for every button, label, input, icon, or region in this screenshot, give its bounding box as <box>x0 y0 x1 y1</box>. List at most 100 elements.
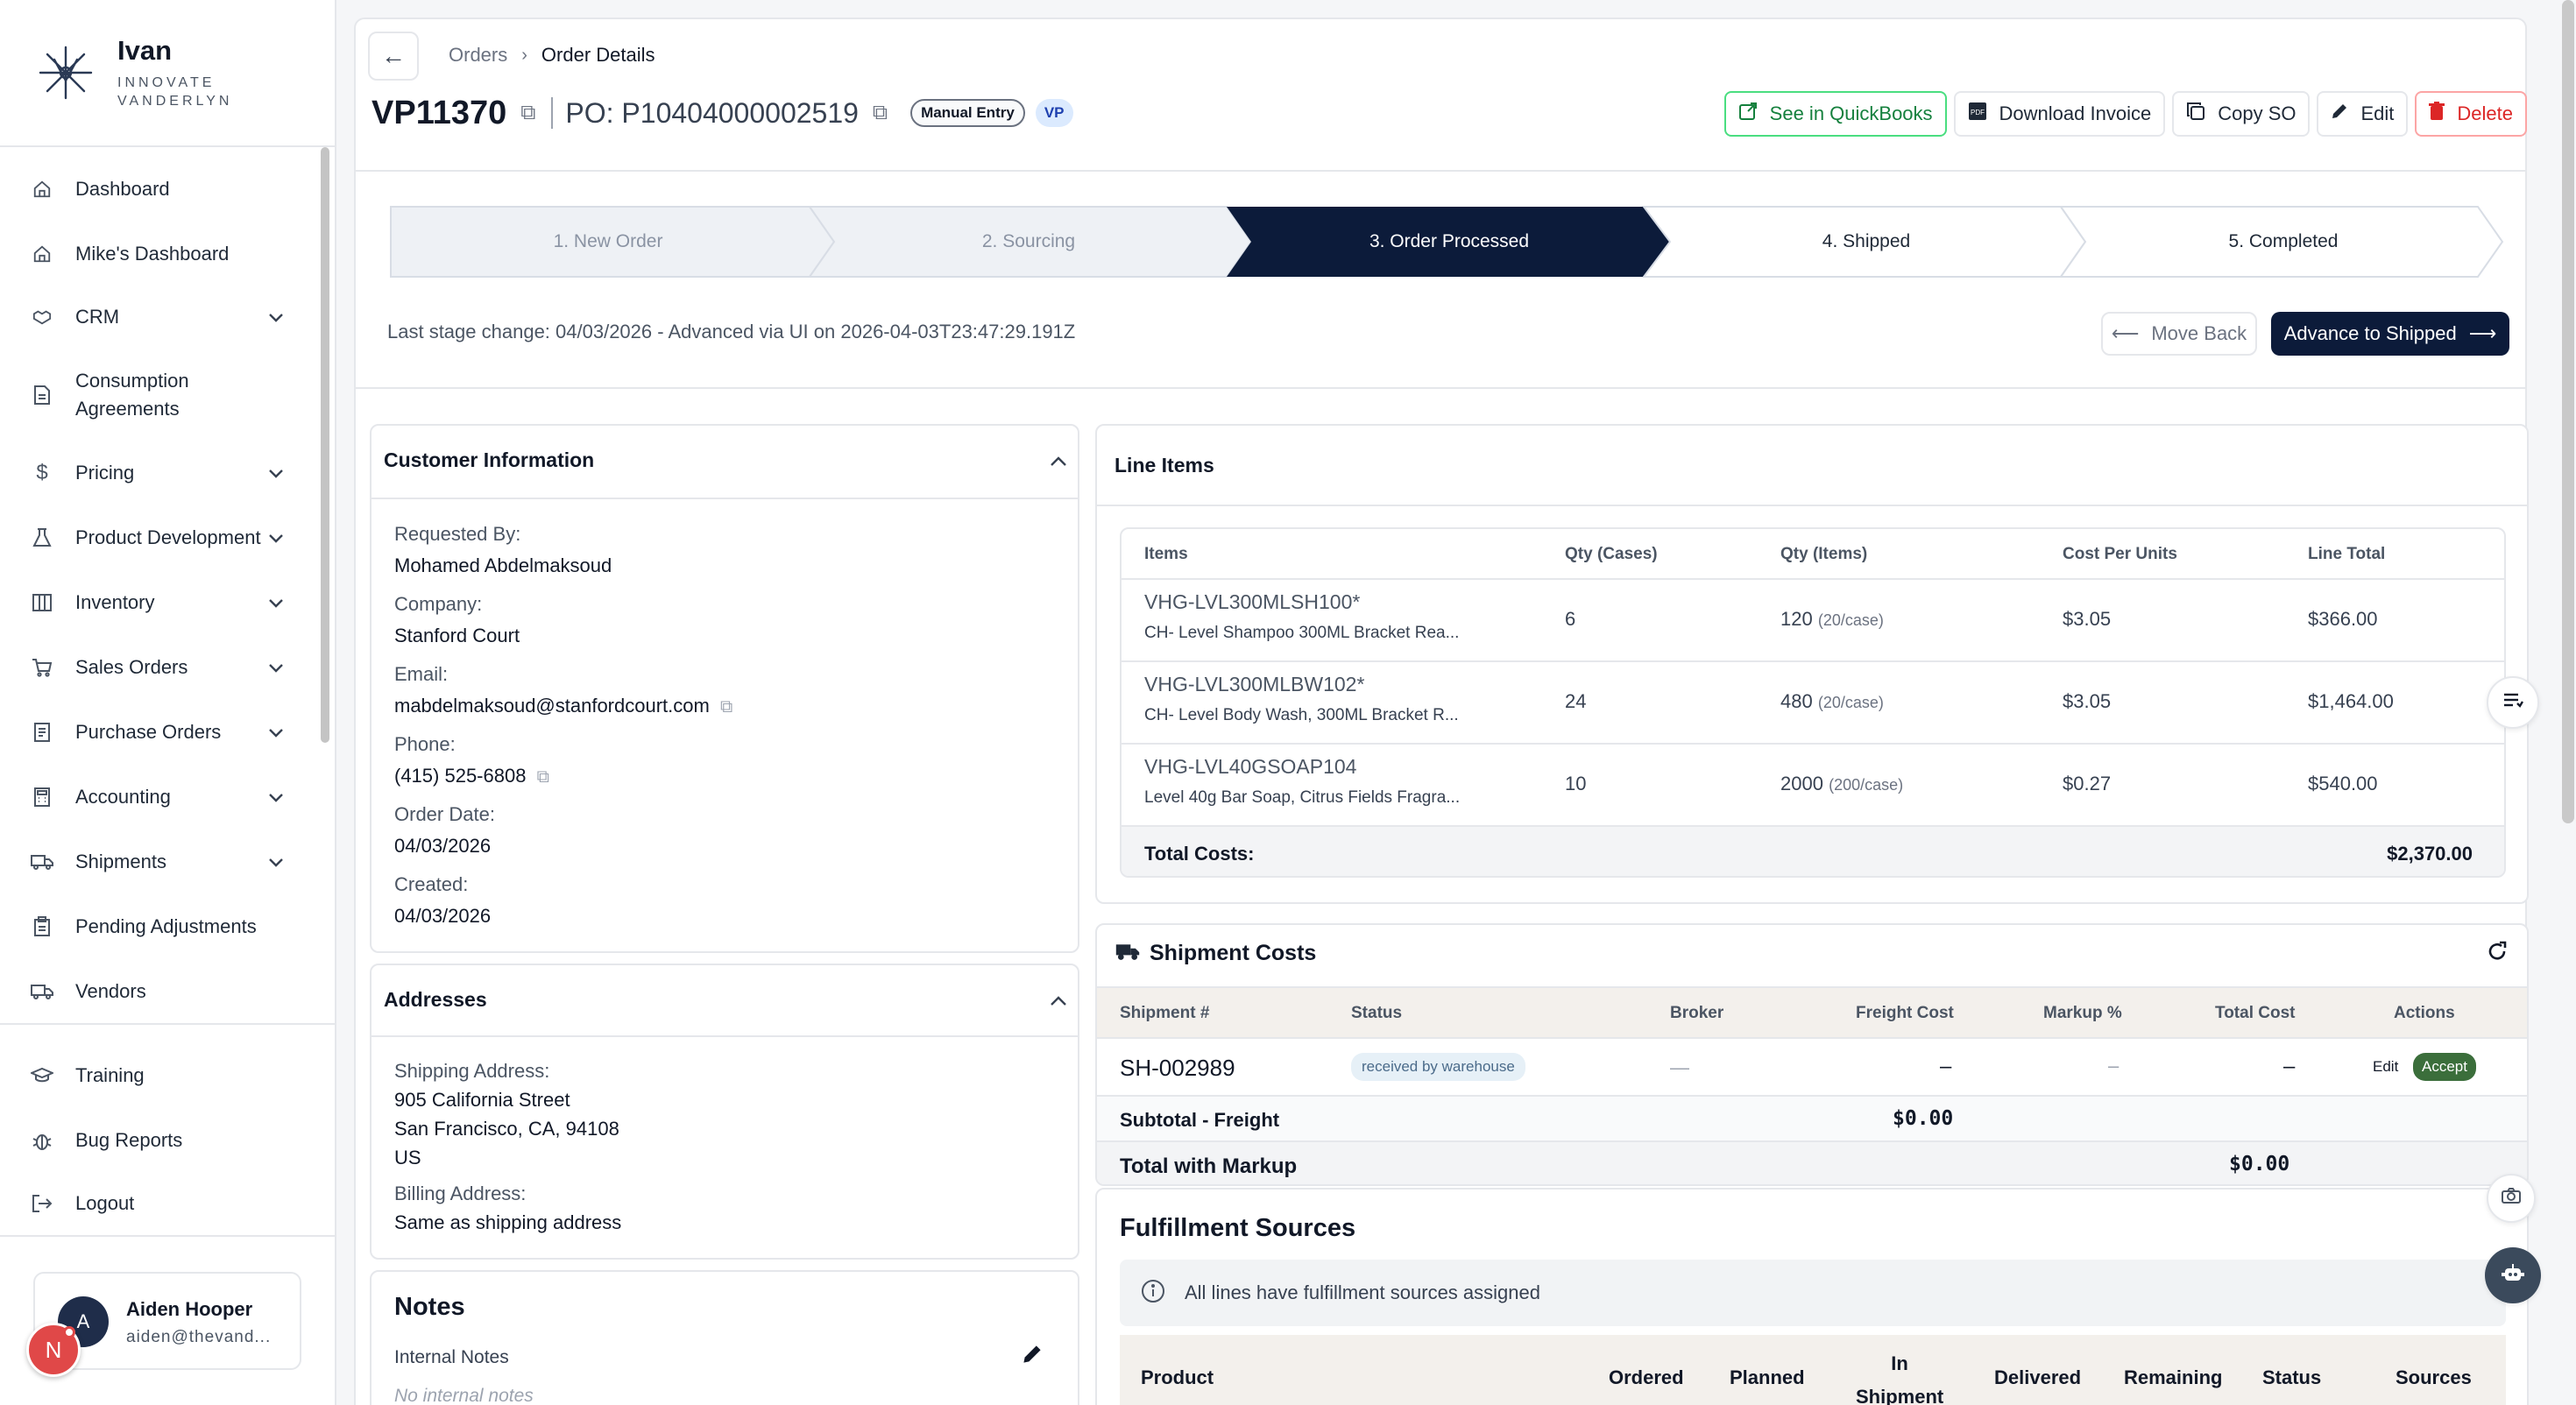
sidebar-item-training[interactable]: Training <box>0 1058 319 1093</box>
company-label: Company: <box>394 593 483 615</box>
sidebar-item-product-development[interactable]: Product Development <box>0 520 319 555</box>
move-back-button[interactable]: ⟵ Move Back <box>2101 312 2257 356</box>
item-sku[interactable]: VHG-LVL300MLBW102* <box>1144 673 1364 696</box>
item-description: CH- Level Body Wash, 300ML Bracket R... <box>1144 706 1459 724</box>
chevron-up-icon[interactable] <box>1050 448 1067 472</box>
sidebar-item-label: CRM <box>75 306 120 328</box>
col-delivered: Delivered <box>1994 1366 2082 1388</box>
item-sku[interactable]: VHG-LVL300MLSH100* <box>1144 590 1360 614</box>
chevron-up-icon[interactable] <box>1050 988 1067 1012</box>
advance-button[interactable]: Advance to Shipped ⟶ <box>2271 312 2509 356</box>
divider <box>1097 505 2527 506</box>
refresh-icon[interactable] <box>2487 941 2508 966</box>
page-scrollbar[interactable] <box>2562 0 2574 823</box>
shipment-costs-header: Shipment Costs <box>1115 941 1316 966</box>
order-actions: See in QuickBooks PDF Download Invoice C… <box>1723 91 2527 137</box>
back-button[interactable]: ← <box>368 32 419 81</box>
list-toggle-button[interactable] <box>2487 676 2539 729</box>
item-description: Level 40g Bar Soap, Citrus Fields Fragra… <box>1144 788 1461 807</box>
table-row[interactable]: SH-002989 received by warehouse — – – – … <box>1097 1039 2527 1097</box>
shipment-edit-button[interactable]: Edit <box>2373 1058 2398 1076</box>
requested-by-value: Mohamed Abdelmaksoud <box>394 554 612 576</box>
shipment-accept-button[interactable]: Accept <box>2413 1053 2476 1081</box>
col-line-total: Line Total <box>2308 545 2386 563</box>
col-qty-items: Qty (Items) <box>1780 545 1868 563</box>
sidebar-item-dashboard[interactable]: Dashboard <box>0 172 319 207</box>
qty-items: 120 (20/case) <box>1780 608 1884 630</box>
fulfillment-info-banner: All lines have fulfillment sources assig… <box>1120 1260 2506 1326</box>
stage-new-order[interactable]: 1. New Order <box>407 205 810 279</box>
edit-button[interactable]: Edit <box>2317 91 2409 137</box>
see-in-quickbooks-button[interactable]: See in QuickBooks <box>1723 91 1947 137</box>
bug-icon <box>30 1128 54 1153</box>
user-name: Aiden Hooper <box>126 1298 253 1320</box>
addresses-card: Addresses Shipping Address: 905 Californ… <box>370 964 1079 1260</box>
total-markup-value: $0.00 <box>2229 1153 2290 1176</box>
table-row[interactable]: VHG-LVL40GSOAP104 Level 40g Bar Soap, Ci… <box>1122 745 2504 827</box>
download-invoice-button[interactable]: PDF Download Invoice <box>1953 91 2166 137</box>
line-items-header-row: Items Qty (Cases) Qty (Items) Cost Per U… <box>1122 529 2504 580</box>
col-items: Items <box>1144 545 1188 563</box>
divider <box>551 97 554 129</box>
stage-order-processed[interactable]: 3. Order Processed <box>1248 205 1651 279</box>
sidebar-item-pricing[interactable]: $ Pricing <box>0 455 319 491</box>
sidebar-item-accounting[interactable]: Accounting <box>0 780 319 815</box>
address-fields: Shipping Address: 905 California Street … <box>394 1056 621 1237</box>
total-costs-row: Total Costs: $2,370.00 <box>1122 827 2504 876</box>
col-planned: Planned <box>1730 1366 1805 1388</box>
item-sku[interactable]: VHG-LVL40GSOAP104 <box>1144 755 1356 779</box>
shipping-address-label: Shipping Address: <box>394 1060 550 1082</box>
fulfillment-header-row: Product Ordered Planned In Shipment Deliv… <box>1120 1335 2506 1405</box>
delete-button[interactable]: Delete <box>2415 91 2527 137</box>
copy-icon[interactable]: ⧉ <box>537 767 549 787</box>
header-divider <box>354 170 2527 172</box>
copy-so-button[interactable]: Copy SO <box>2172 91 2311 137</box>
sidebar-scrollbar[interactable] <box>321 147 329 743</box>
screenshot-button[interactable] <box>2487 1174 2536 1223</box>
last-stage-change: Last stage change: 04/03/2026 - Advanced… <box>387 321 1076 342</box>
brand[interactable]: Ivan INNOVATE VANDERLYN <box>0 0 335 147</box>
total-markup-label: Total with Markup <box>1120 1154 1298 1178</box>
vp-badge: VP <box>1035 99 1073 127</box>
copy-icon[interactable]: ⧉ <box>873 101 888 125</box>
sidebar-item-inventory[interactable]: Inventory <box>0 585 319 620</box>
fulfillment-info-text: All lines have fulfillment sources assig… <box>1185 1281 1540 1303</box>
brand-subtitle: INNOVATE VANDERLYN <box>117 75 233 109</box>
calculator-icon <box>30 785 54 809</box>
total-costs-label: Total Costs: <box>1144 843 1255 865</box>
billing-address-label: Billing Address: <box>394 1183 527 1204</box>
assistant-bot-button[interactable] <box>2485 1247 2541 1303</box>
customer-info-header[interactable]: Customer Information <box>384 448 1067 472</box>
sidebar-item-sales-orders[interactable]: Sales Orders <box>0 650 319 685</box>
sidebar-item-shipments[interactable]: Shipments <box>0 844 319 879</box>
sidebar-item-pending-adjustments[interactable]: Pending Adjustments <box>0 909 319 944</box>
stage-sourcing[interactable]: 2. Sourcing <box>827 205 1230 279</box>
order-id: VP11370 <box>372 94 507 131</box>
copy-icon <box>2186 102 2205 126</box>
line-items-table: Items Qty (Cases) Qty (Items) Cost Per U… <box>1120 527 2506 878</box>
sidebar-item-crm[interactable]: CRM <box>0 300 319 335</box>
copy-icon[interactable]: ⧉ <box>720 697 732 717</box>
stage-shipped[interactable]: 4. Shipped <box>1665 205 2068 279</box>
sidebar-item-bug-reports[interactable]: Bug Reports <box>0 1123 319 1158</box>
col-broker: Broker <box>1670 1004 1724 1022</box>
breadcrumb-orders-link[interactable]: Orders <box>449 44 507 67</box>
table-row[interactable]: VHG-LVL300MLBW102* CH- Level Body Wash, … <box>1122 662 2504 745</box>
sidebar-divider <box>0 1235 336 1237</box>
sidebar-item-logout[interactable]: Logout <box>0 1186 319 1221</box>
sidebar-item-purchase-orders[interactable]: Purchase Orders <box>0 715 319 750</box>
sidebar-item-vendors[interactable]: Vendors <box>0 974 319 1009</box>
shipment-id[interactable]: SH-002989 <box>1120 1055 1235 1082</box>
sidebar-item-consumption-agreements[interactable]: Consumption Agreements <box>0 366 319 424</box>
addresses-header[interactable]: Addresses <box>384 988 1067 1012</box>
qty-items: 480 (20/case) <box>1780 690 1884 712</box>
arrow-right-icon: ⟶ <box>2468 322 2497 344</box>
table-row[interactable]: VHG-LVL300MLSH100* CH- Level Shampoo 300… <box>1122 580 2504 662</box>
sidebar-item-mikes-dashboard[interactable]: Mike's Dashboard <box>0 237 319 272</box>
fulfillment-card: Fulfillment Sources All lines have fulfi… <box>1095 1188 2529 1405</box>
stage-completed[interactable]: 5. Completed <box>2082 205 2485 279</box>
warehouse-icon <box>30 590 54 615</box>
pencil-icon[interactable] <box>1022 1344 1043 1369</box>
col-total-cost: Total Cost <box>2215 1004 2296 1022</box>
copy-icon[interactable]: ⧉ <box>520 101 535 125</box>
